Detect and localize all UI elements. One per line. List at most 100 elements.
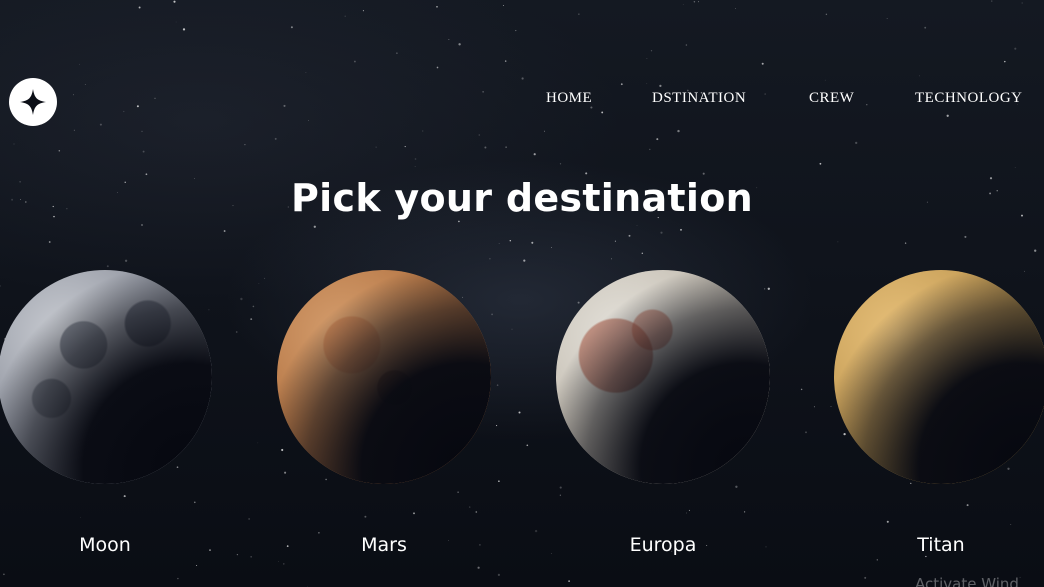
star [307, 585, 308, 587]
star [73, 129, 75, 131]
star [526, 444, 529, 447]
star [142, 150, 145, 153]
star [682, 4, 684, 5]
star [1034, 249, 1037, 252]
star [496, 384, 499, 386]
star [641, 252, 644, 255]
star [864, 576, 867, 579]
star [448, 39, 450, 40]
star [264, 277, 266, 279]
star [414, 166, 416, 167]
planet-label: Titan [917, 534, 965, 556]
star [250, 318, 253, 321]
star [702, 172, 705, 175]
star [650, 50, 653, 52]
star [1019, 576, 1021, 578]
star [308, 120, 309, 121]
star [550, 247, 552, 248]
star [504, 60, 507, 62]
star [614, 240, 616, 242]
star [240, 297, 243, 301]
activation-watermark: Activate Wind [915, 575, 1019, 587]
star [805, 431, 807, 434]
star [458, 220, 460, 223]
planet-card-europa[interactable]: Europa [556, 270, 776, 570]
star [628, 234, 631, 237]
star [478, 134, 480, 136]
main-nav: HOME DSTINATION CREW TECHNOLOGY [0, 90, 1044, 112]
star [680, 228, 682, 231]
star [509, 239, 512, 242]
star [138, 6, 141, 9]
star [458, 43, 461, 46]
star [649, 148, 651, 151]
star [646, 83, 648, 85]
star [422, 130, 424, 132]
star [498, 480, 500, 483]
planet-card-titan[interactable]: Titan [834, 270, 1044, 570]
planet-card-mars[interactable]: Mars [277, 270, 497, 570]
star [830, 406, 832, 407]
star [585, 172, 588, 175]
star [236, 553, 239, 556]
star [141, 130, 143, 133]
nav-destination[interactable]: DSTINATION [652, 90, 746, 107]
star [375, 146, 377, 148]
star [886, 17, 888, 19]
nav-crew[interactable]: CREW [809, 90, 854, 107]
star [855, 141, 858, 145]
star [353, 60, 356, 63]
planet-card-moon[interactable]: Moon [0, 270, 218, 570]
star [505, 146, 507, 148]
star [497, 573, 501, 577]
nav-technology[interactable]: TECHNOLOGY [915, 90, 1023, 107]
star [99, 123, 102, 126]
star [436, 5, 438, 8]
star [13, 143, 15, 145]
star [813, 406, 815, 408]
star [659, 84, 662, 88]
star [511, 328, 513, 330]
star [140, 223, 144, 227]
star [656, 138, 659, 141]
star [761, 62, 764, 65]
star [1004, 60, 1006, 63]
star [544, 130, 545, 132]
star [173, 0, 176, 3]
star [991, 0, 993, 2]
star [824, 79, 826, 81]
star [693, 1, 696, 3]
star [436, 66, 439, 69]
planet-label: Moon [79, 534, 131, 556]
star [182, 28, 186, 31]
star [568, 580, 570, 582]
star [521, 77, 524, 80]
star [964, 235, 967, 238]
star [531, 241, 534, 244]
star [677, 129, 680, 133]
star [248, 518, 250, 520]
star [533, 153, 536, 156]
star [79, 63, 81, 65]
star [177, 577, 179, 580]
star [559, 163, 562, 165]
page-title: Pick your destination [291, 176, 753, 220]
star [48, 241, 51, 243]
star [124, 259, 128, 262]
titan-image [834, 270, 1044, 484]
star [735, 8, 736, 10]
star [904, 242, 907, 244]
star [250, 556, 252, 558]
mars-image [277, 270, 491, 484]
star [611, 258, 612, 260]
star [414, 158, 417, 160]
star [646, 58, 648, 59]
star [685, 44, 688, 46]
star [800, 388, 803, 391]
star [404, 146, 406, 148]
star [223, 230, 226, 232]
planet-label: Mars [361, 534, 407, 556]
star [578, 13, 580, 15]
nav-home[interactable]: HOME [546, 90, 592, 107]
star [946, 114, 949, 117]
